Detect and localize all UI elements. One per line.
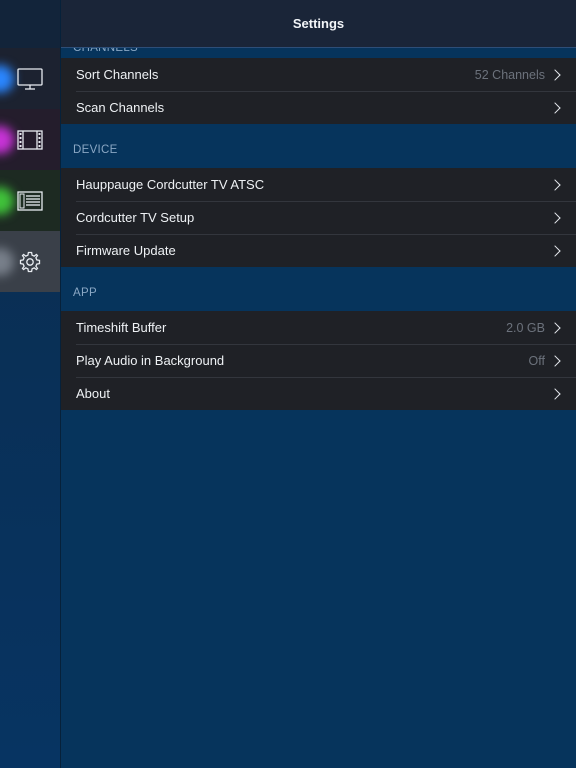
gear-icon <box>19 251 41 272</box>
channels-group: Sort Channels 52 Channels Scan Channels <box>61 58 576 124</box>
guide-icon <box>17 190 43 211</box>
timeshift-buffer-row[interactable]: Timeshift Buffer 2.0 GB <box>61 311 576 344</box>
timeshift-buffer-value: 2.0 GB <box>506 320 545 335</box>
play-audio-background-value: Off <box>528 353 545 368</box>
section-header-app: APP <box>73 287 97 299</box>
settings-list[interactable]: CHANNELS Sort Channels 52 Channels Scan … <box>61 48 576 768</box>
sidebar <box>0 0 61 768</box>
chevron-right-icon <box>549 321 561 334</box>
chevron-right-icon <box>549 244 561 257</box>
film-icon <box>17 129 43 150</box>
sort-channels-value: 52 Channels <box>474 67 545 82</box>
tv-icon <box>17 67 43 90</box>
page-title: Settings <box>292 16 345 31</box>
firmware-update-row[interactable]: Firmware Update <box>61 234 576 267</box>
navigation-bar: Settings <box>61 0 576 48</box>
device-row[interactable]: Hauppauge Cordcutter TV ATSC <box>61 168 576 201</box>
sidebar-top <box>0 0 60 48</box>
tv-setup-row[interactable]: Cordcutter TV Setup <box>61 201 576 234</box>
guide-tab[interactable] <box>0 170 60 231</box>
tv-setup-label: Cordcutter TV Setup <box>76 210 195 225</box>
firmware-update-label: Firmware Update <box>76 243 176 258</box>
chevron-right-icon <box>549 211 561 224</box>
about-label: About <box>76 386 110 401</box>
tv-tab-glow <box>0 64 14 93</box>
device-group: Hauppauge Cordcutter TV ATSC Cordcutter … <box>61 168 576 267</box>
timeshift-buffer-label: Timeshift Buffer <box>76 320 167 335</box>
tv-tab[interactable] <box>0 48 60 109</box>
guide-tab-glow <box>0 186 14 215</box>
play-audio-background-label: Play Audio in Background <box>76 353 225 368</box>
settings-tab-glow <box>0 247 14 276</box>
about-row[interactable]: About <box>61 377 576 410</box>
chevron-right-icon <box>549 387 561 400</box>
sort-channels-row[interactable]: Sort Channels 52 Channels <box>61 58 576 91</box>
app-group: Timeshift Buffer 2.0 GB Play Audio in Ba… <box>61 311 576 410</box>
device-label: Hauppauge Cordcutter TV ATSC <box>76 177 265 192</box>
section-header-device: DEVICE <box>73 144 118 156</box>
section-header-channels: CHANNELS <box>73 48 139 54</box>
chevron-right-icon <box>549 101 561 114</box>
movies-tab-glow <box>0 125 14 154</box>
play-audio-background-row[interactable]: Play Audio in Background Off <box>61 344 576 377</box>
settings-tab[interactable] <box>0 231 60 292</box>
chevron-right-icon <box>549 68 561 81</box>
scan-channels-label: Scan Channels <box>76 100 165 115</box>
movies-tab[interactable] <box>0 109 60 170</box>
chevron-right-icon <box>549 178 561 191</box>
sort-channels-label: Sort Channels <box>76 67 159 82</box>
app-window: Settings CHANNELS Sort Channels 52 Chann… <box>0 0 576 768</box>
scan-channels-row[interactable]: Scan Channels <box>61 91 576 124</box>
chevron-right-icon <box>549 354 561 367</box>
